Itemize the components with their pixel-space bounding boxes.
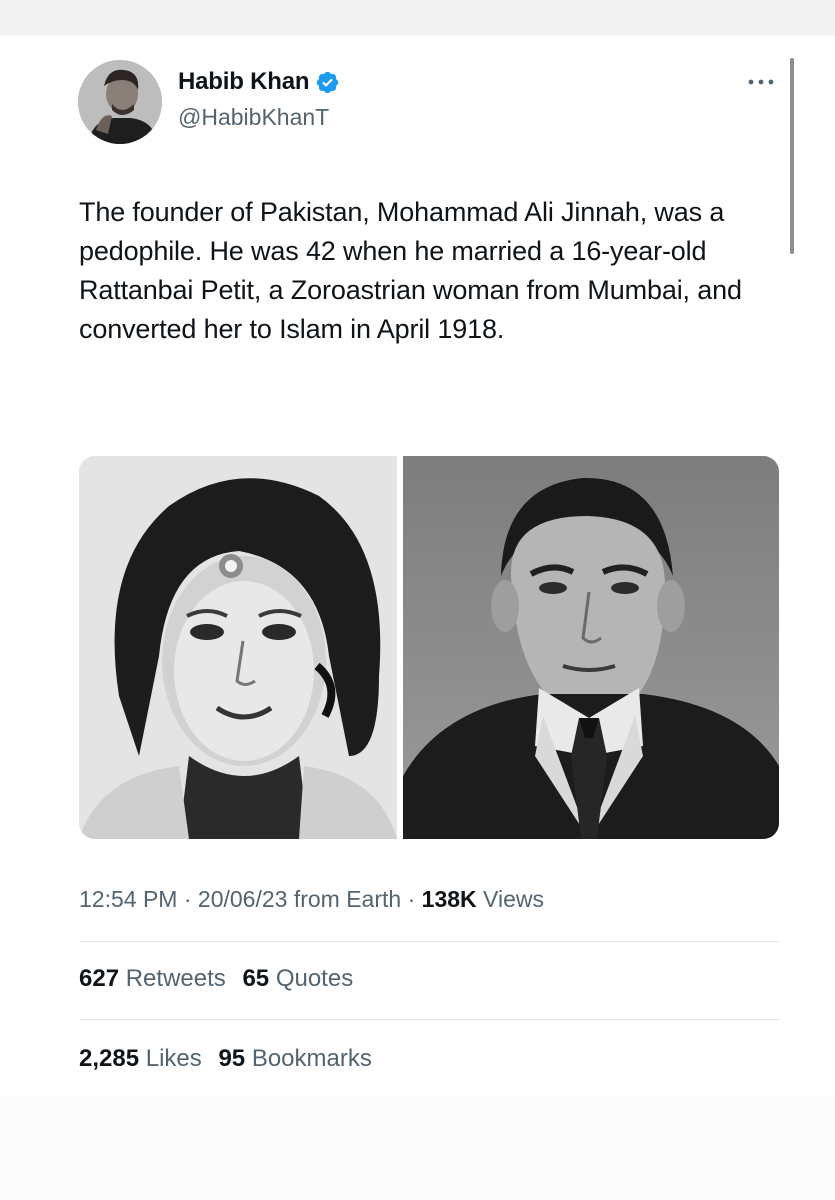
tweet-media[interactable] [79, 456, 779, 839]
tweet-source: from Earth [293, 886, 402, 912]
top-strip [0, 0, 835, 36]
verified-badge-icon [315, 70, 340, 95]
quotes-label: Quotes [275, 965, 354, 992]
tweet-meta: 12:54 PM · 20/06/23 from Earth · 138K Vi… [79, 886, 544, 913]
quotes-stat[interactable]: 65 Quotes [242, 965, 353, 992]
views-label: Views [483, 886, 544, 912]
more-horizontal-icon[interactable] [746, 74, 776, 90]
quotes-count: 65 [242, 965, 270, 992]
avatar[interactable] [78, 60, 162, 144]
author-handle[interactable]: @HabibKhanT [178, 104, 329, 131]
stats-row-likes: 2,285 Likes 95 Bookmarks [79, 1045, 382, 1073]
bookmarks-label: Bookmarks [251, 1045, 372, 1072]
bookmarks-stat[interactable]: 95 Bookmarks [218, 1045, 371, 1072]
views-count: 138K [421, 886, 477, 912]
stats-row-reposts: 627 Retweets 65 Quotes [79, 965, 363, 993]
retweets-label: Retweets [125, 965, 226, 992]
divider [79, 1019, 779, 1020]
scrollbar[interactable] [790, 58, 794, 254]
tweet-text: The founder of Pakistan, Mohammad Ali Ji… [79, 197, 742, 344]
retweets-count: 627 [79, 965, 120, 992]
likes-stat[interactable]: 2,285 Likes [79, 1045, 202, 1072]
bookmarks-count: 95 [218, 1045, 246, 1072]
portrait-man-photo[interactable] [403, 456, 779, 839]
likes-label: Likes [145, 1045, 202, 1072]
author-name[interactable]: Habib Khan [178, 68, 310, 96]
likes-count: 2,285 [79, 1045, 140, 1072]
author-name-row[interactable]: Habib Khan [178, 68, 340, 96]
meta-separator: · [183, 886, 192, 912]
meta-separator: · [407, 886, 416, 912]
divider [79, 941, 779, 942]
retweets-stat[interactable]: 627 Retweets [79, 965, 226, 992]
tweet-time[interactable]: 12:54 PM [79, 886, 177, 912]
portrait-woman-photo[interactable] [79, 456, 397, 839]
bottom-strip [0, 1096, 835, 1200]
tweet-date[interactable]: 20/06/23 [198, 886, 288, 912]
profile-photo-icon [78, 60, 162, 144]
